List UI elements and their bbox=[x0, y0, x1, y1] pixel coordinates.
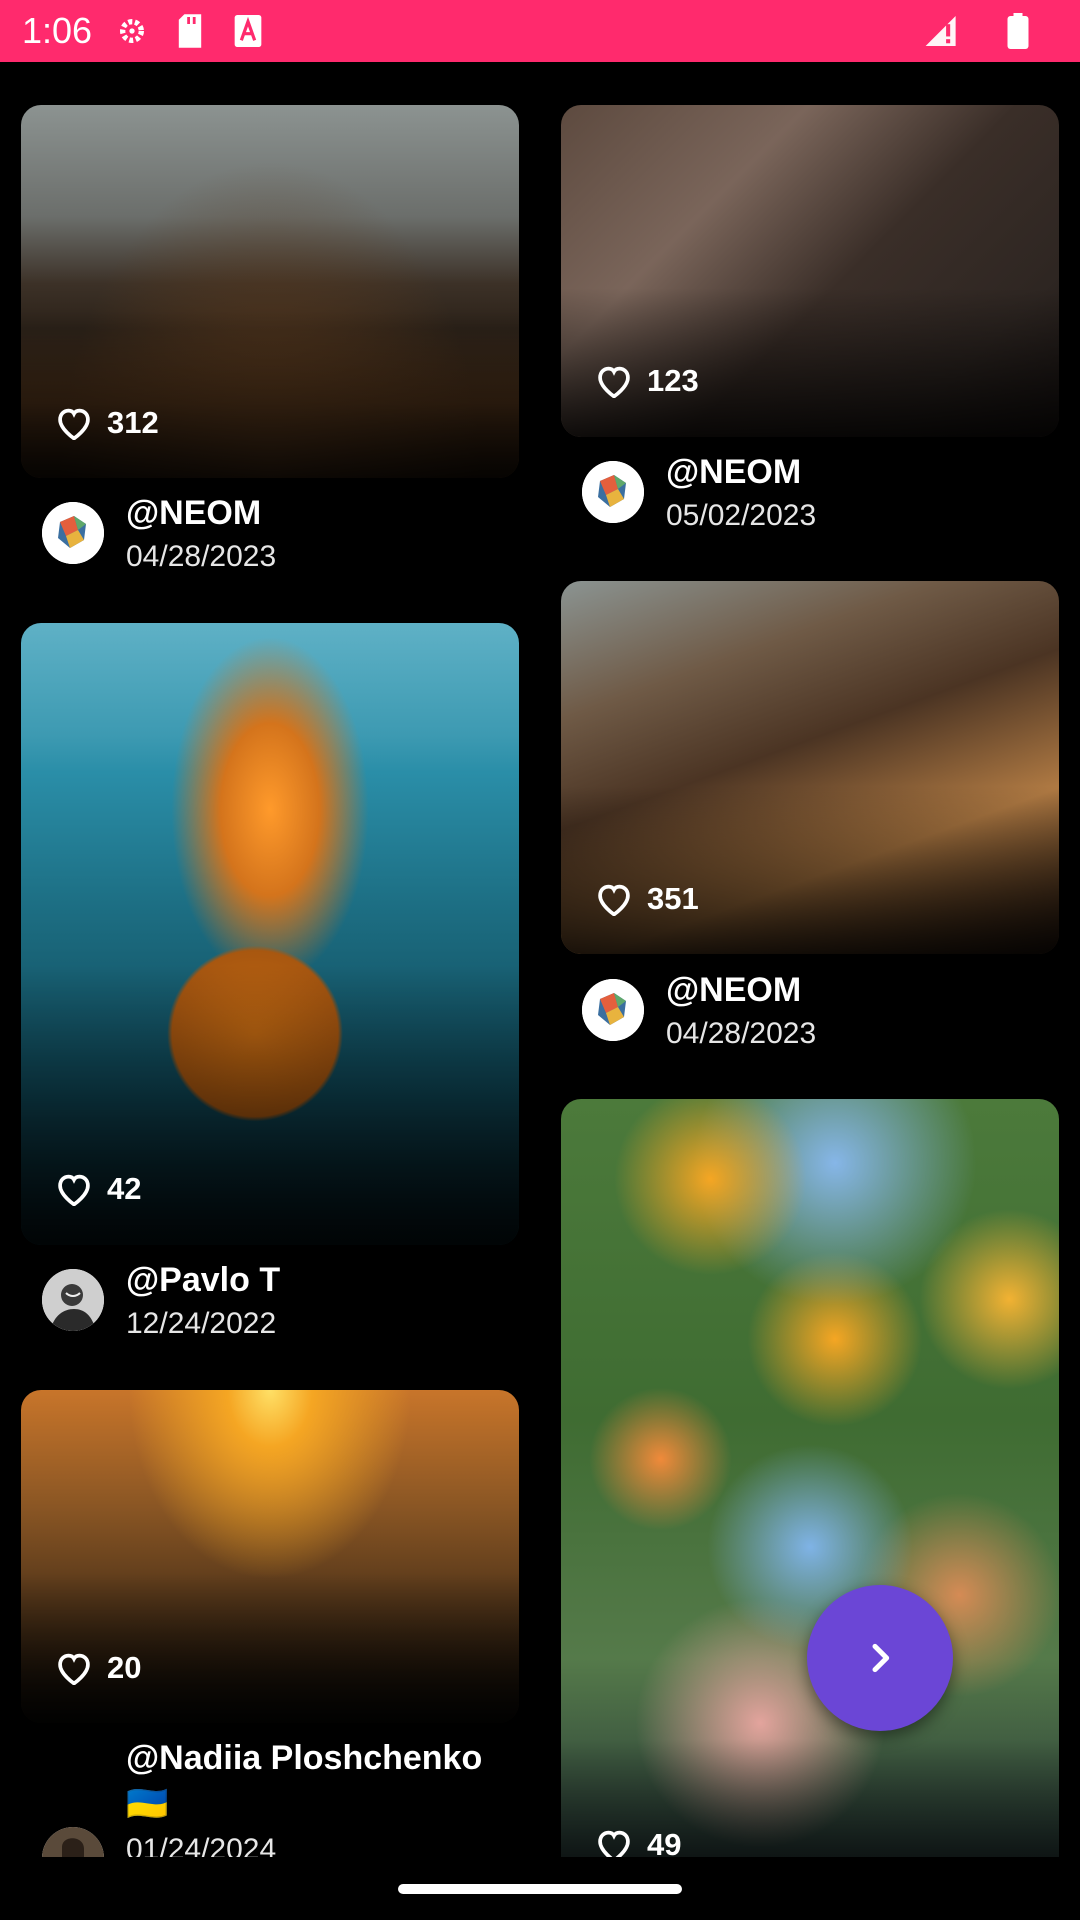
heart-icon bbox=[598, 884, 630, 916]
post-date: 01/24/2024 bbox=[126, 1833, 277, 1857]
battery-icon bbox=[1000, 13, 1036, 49]
like-count[interactable]: 20 bbox=[55, 1650, 141, 1686]
post-date: 04/28/2023 bbox=[126, 540, 277, 573]
photo-card[interactable]: 42 bbox=[21, 623, 519, 1245]
like-count-value: 312 bbox=[107, 405, 159, 440]
font-a-icon bbox=[230, 13, 266, 49]
post-date: 12/24/2022 bbox=[126, 1307, 277, 1340]
heart-icon bbox=[598, 366, 630, 398]
avatar bbox=[42, 502, 104, 564]
avatar bbox=[42, 1269, 104, 1331]
threads-icon: @ bbox=[666, 453, 700, 491]
like-count[interactable]: 49 bbox=[595, 1827, 681, 1857]
chevron-right-icon bbox=[872, 1643, 890, 1673]
sd-card-icon bbox=[172, 13, 208, 49]
photo-feed[interactable]: 312 @NEOM 04/28/2023 42 @Pavlo T 12/24/2… bbox=[0, 62, 1080, 1857]
status-bar: 1:06 bbox=[0, 0, 1080, 62]
like-count-value: 42 bbox=[107, 1171, 142, 1206]
author-name: @Nadiia Ploshchenko 🇺🇦 bbox=[126, 1739, 483, 1823]
post-author[interactable]: @NEOM 04/28/2023 bbox=[582, 969, 816, 1057]
post-author[interactable]: @NEOM 05/02/2023 bbox=[582, 451, 816, 539]
photo-card[interactable]: 49 bbox=[561, 1099, 1059, 1857]
signal-icon bbox=[924, 13, 960, 49]
heart-icon bbox=[58, 1174, 90, 1206]
post-author[interactable]: @Pavlo T 12/24/2022 bbox=[42, 1259, 280, 1347]
photo-card[interactable]: 123 bbox=[561, 105, 1059, 437]
heart-icon bbox=[598, 1830, 630, 1857]
settings-icon bbox=[114, 13, 150, 49]
author-name: @NEOM bbox=[126, 494, 262, 532]
photo-card[interactable]: 351 bbox=[561, 581, 1059, 954]
like-count[interactable]: 351 bbox=[595, 881, 699, 917]
status-time: 1:06 bbox=[22, 10, 93, 51]
photo-card[interactable]: 312 bbox=[21, 105, 519, 478]
post-date: 05/02/2023 bbox=[666, 499, 817, 532]
avatar bbox=[582, 461, 644, 523]
author-name: @Pavlo T bbox=[126, 1261, 281, 1299]
avatar bbox=[582, 979, 644, 1041]
like-count-value: 351 bbox=[647, 881, 699, 916]
threads-icon: @ bbox=[126, 1261, 160, 1299]
like-count-value: 49 bbox=[647, 1827, 682, 1857]
next-button[interactable] bbox=[807, 1585, 953, 1731]
like-count-value: 20 bbox=[107, 1650, 142, 1685]
author-name: @NEOM bbox=[666, 453, 802, 491]
like-count[interactable]: 42 bbox=[55, 1171, 141, 1207]
heart-icon bbox=[58, 1653, 90, 1685]
post-date: 04/28/2023 bbox=[666, 1017, 817, 1050]
threads-icon: @ bbox=[666, 971, 700, 1009]
threads-icon: @ bbox=[126, 494, 160, 532]
gesture-bar[interactable] bbox=[398, 1884, 682, 1894]
heart-icon bbox=[58, 408, 90, 440]
photo-card[interactable]: 20 bbox=[21, 1390, 519, 1723]
post-author[interactable]: @NEOM 04/28/2023 bbox=[42, 492, 276, 580]
avatar bbox=[42, 1827, 104, 1857]
like-count[interactable]: 312 bbox=[55, 405, 159, 441]
threads-icon: @ bbox=[126, 1739, 160, 1777]
author-name: @NEOM bbox=[666, 971, 802, 1009]
post-author[interactable]: @Nadiia Ploshchenko 🇺🇦 01/24/2024 bbox=[42, 1735, 502, 1857]
like-count[interactable]: 123 bbox=[595, 363, 699, 399]
like-count-value: 123 bbox=[647, 363, 699, 398]
